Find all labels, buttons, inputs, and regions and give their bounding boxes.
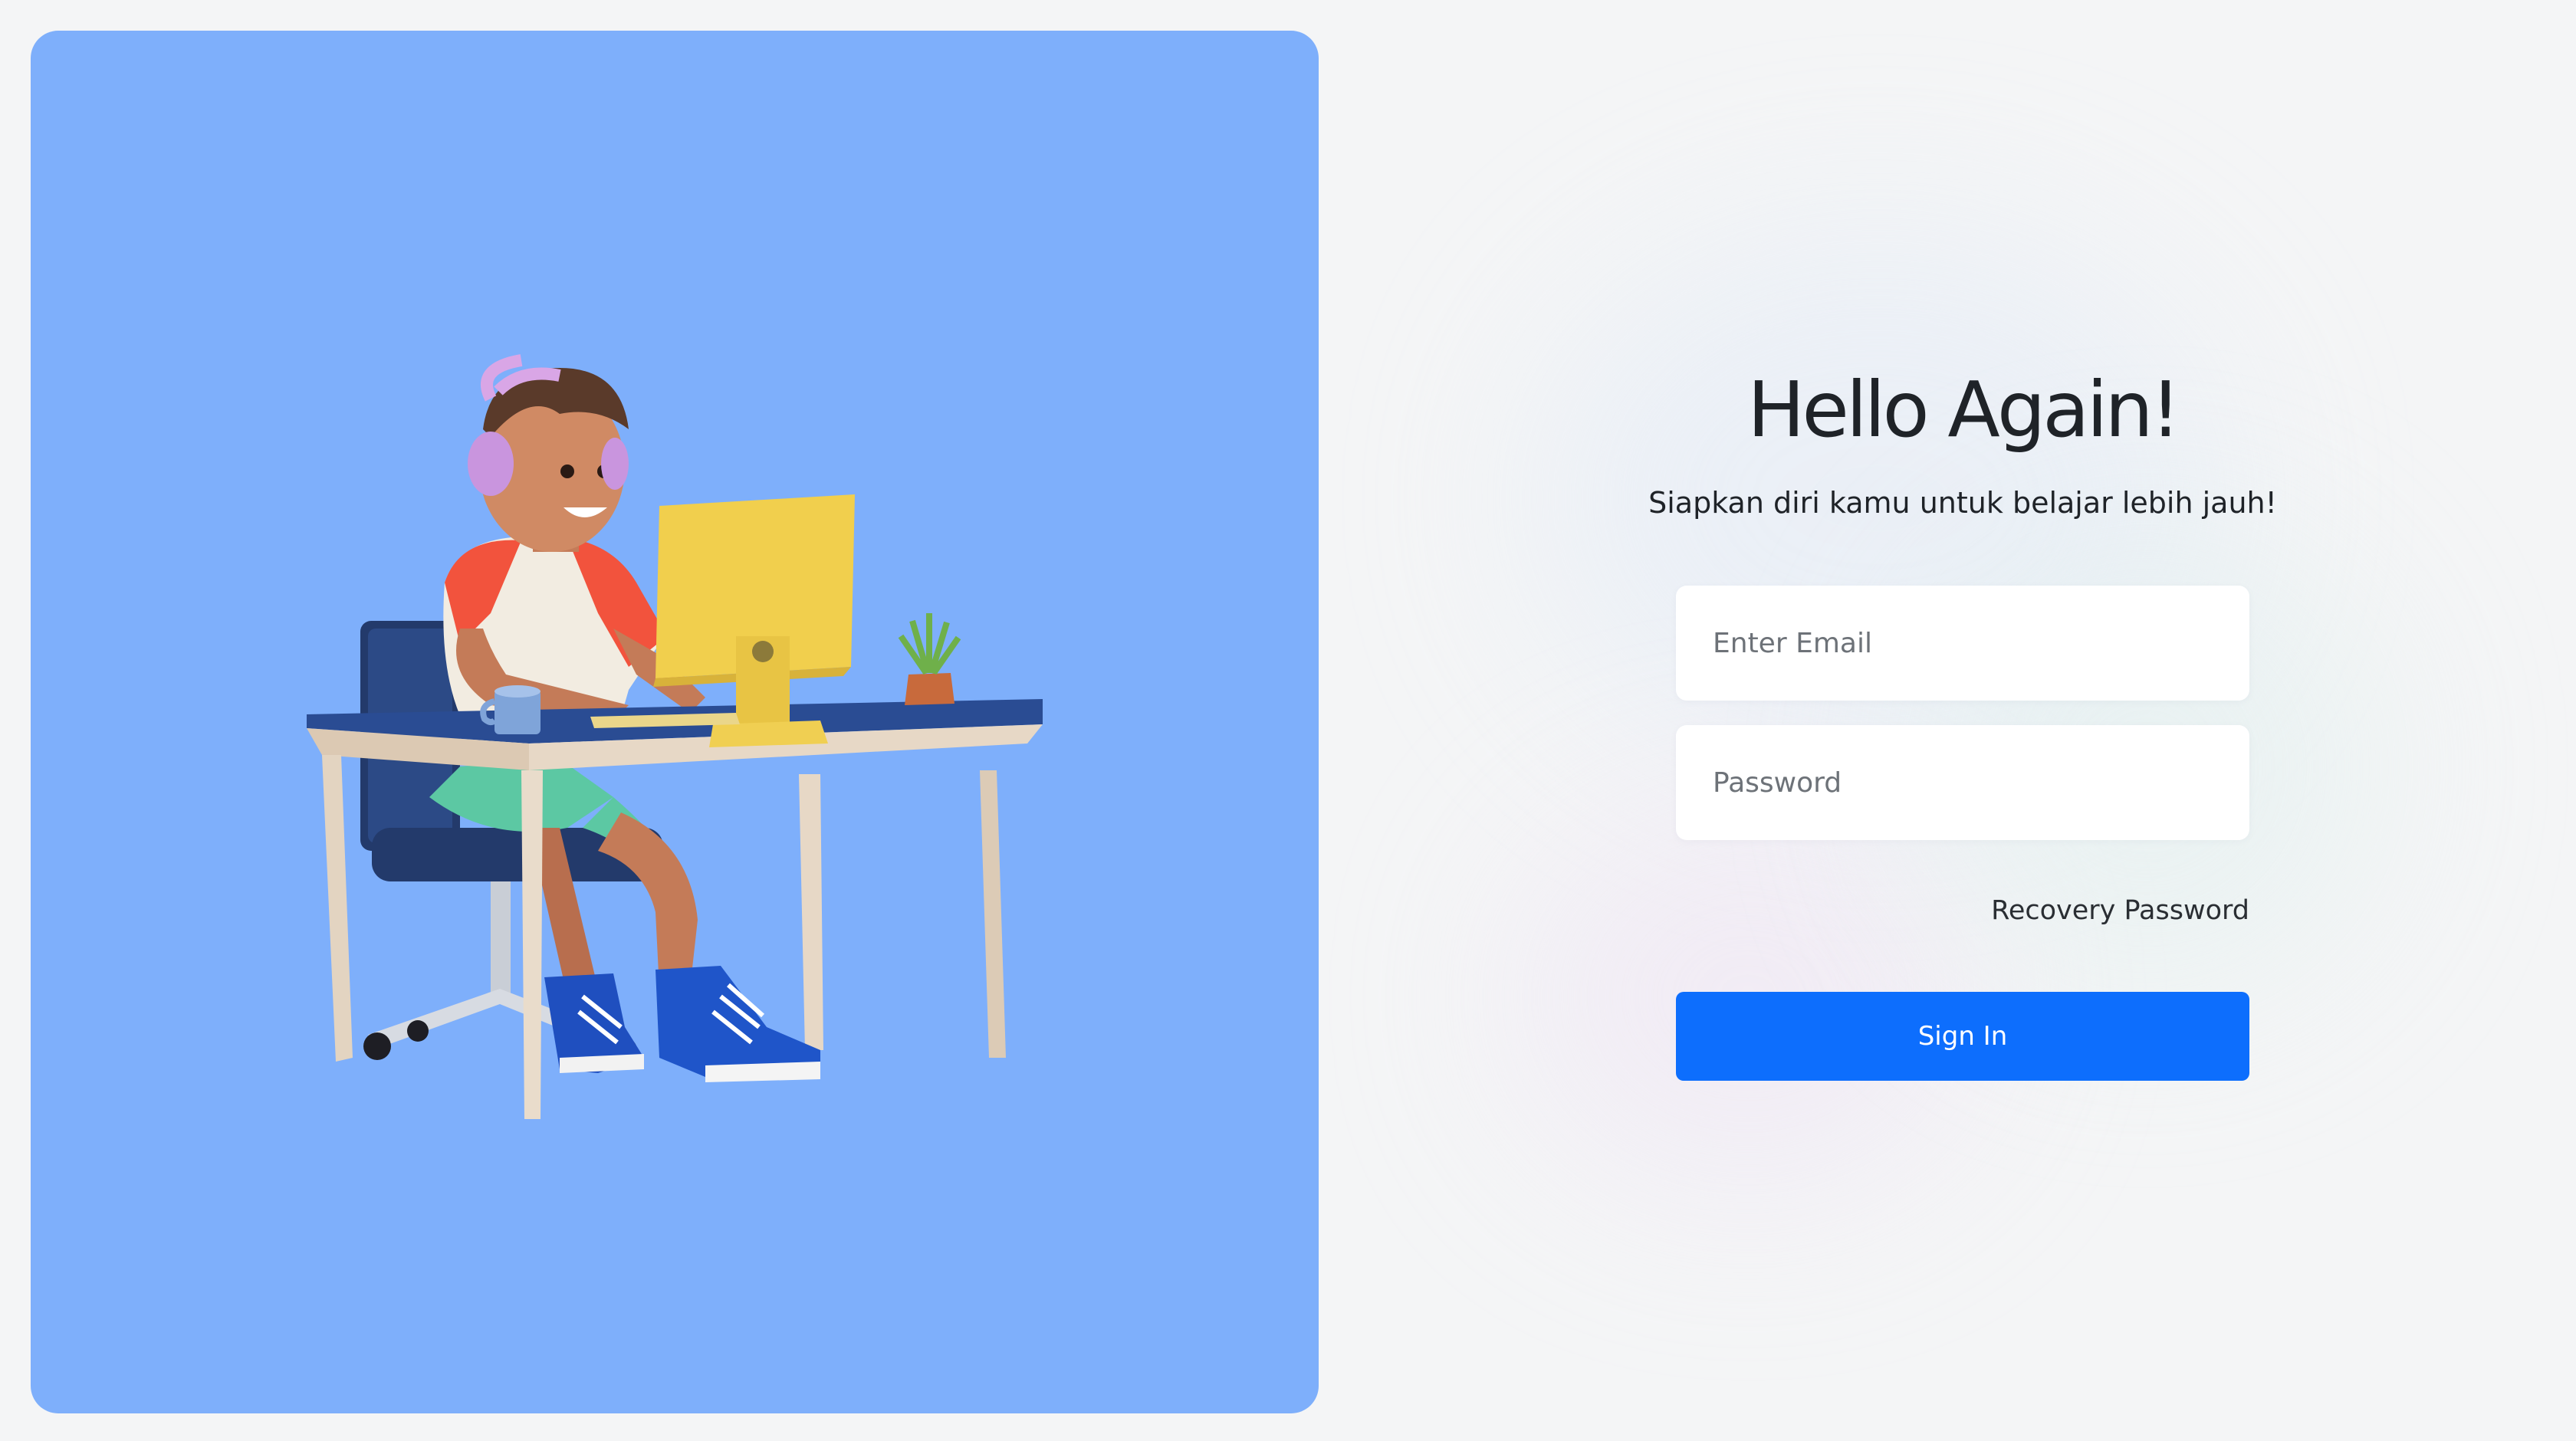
password-input[interactable] <box>1676 725 2249 840</box>
table-back-legs <box>799 770 1006 1058</box>
hero-panel <box>31 31 1319 1413</box>
page-subtitle: Siapkan diri kamu untuk belajar lebih ja… <box>1648 486 2277 520</box>
recovery-password-link[interactable]: Recovery Password <box>1991 889 2249 932</box>
page-title: Hello Again! <box>1747 365 2181 455</box>
potted-plant <box>898 613 961 705</box>
sign-in-button[interactable]: Sign In <box>1676 992 2249 1081</box>
person-at-desk-illustration <box>307 354 1043 1119</box>
sneakers <box>544 966 820 1082</box>
login-page: Hello Again! Siapkan diri kamu untuk bel… <box>0 0 2576 1441</box>
email-input[interactable] <box>1676 586 2249 701</box>
login-form: Hello Again! Siapkan diri kamu untuk bel… <box>1648 0 2277 1441</box>
person-head <box>468 354 629 552</box>
